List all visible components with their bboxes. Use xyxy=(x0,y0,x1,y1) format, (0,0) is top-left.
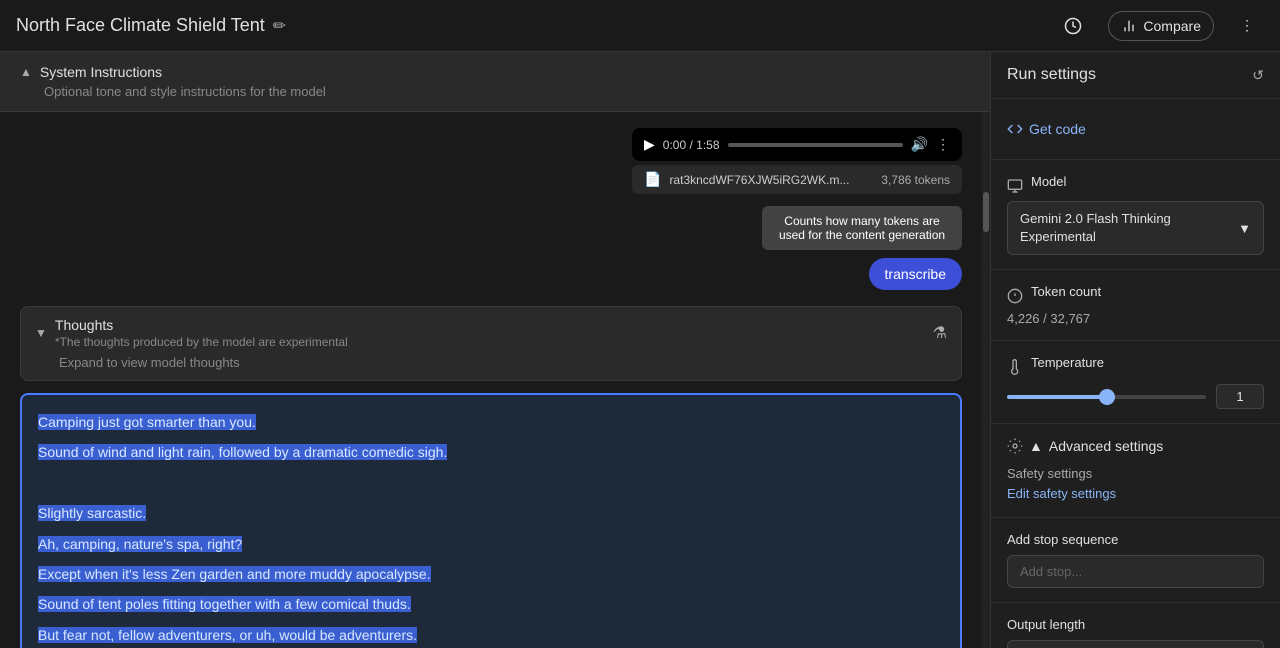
temperature-row: Temperature xyxy=(1007,355,1264,378)
token-icon xyxy=(1007,288,1023,304)
edit-safety-button[interactable]: Edit safety settings xyxy=(1007,486,1116,501)
right-sidebar: Run settings ↺ Get code Model Gemini 2.0… xyxy=(990,52,1280,648)
token-count-row: Token count xyxy=(1007,284,1264,307)
response-line-6: Except when it's less Zen garden and mor… xyxy=(38,563,944,585)
get-code-button[interactable]: Get code xyxy=(1007,113,1086,145)
thoughts-section: ▼ Thoughts *The thoughts produced by the… xyxy=(20,306,962,381)
header-left: North Face Climate Shield Tent ✏ xyxy=(16,15,286,36)
temperature-value: 1 xyxy=(1216,384,1264,409)
get-code-section: Get code xyxy=(991,99,1280,160)
model-icon xyxy=(1007,178,1023,194)
advanced-settings-header[interactable]: ▲ Advanced settings xyxy=(1007,438,1264,454)
more-menu-button[interactable]: ⋮ xyxy=(1230,11,1264,40)
compare-button[interactable]: Compare xyxy=(1108,11,1214,41)
more-icon: ⋮ xyxy=(1240,17,1254,34)
thoughts-subtitle: *The thoughts produced by the model are … xyxy=(55,335,348,349)
header-right: Compare ⋮ xyxy=(1054,11,1264,41)
add-stop-sequence-section: Add stop sequence xyxy=(991,518,1280,603)
video-time: 0:00 / 1:58 xyxy=(663,138,720,152)
advanced-settings-chevron: ▲ xyxy=(1029,438,1043,454)
temperature-icon xyxy=(1007,359,1023,375)
file-name: rat3kncdWF76XJW5iRG2WK.m... xyxy=(669,173,873,187)
model-section: Model Gemini 2.0 Flash Thinking Experime… xyxy=(991,160,1280,270)
add-stop-input[interactable] xyxy=(1007,555,1264,588)
expand-thoughts-link[interactable]: Expand to view model thoughts xyxy=(35,355,947,370)
video-player: ▶ 0:00 / 1:58 🔊 ⋮ xyxy=(632,128,962,161)
collapse-icon: ▲ xyxy=(20,65,32,79)
transcribe-btn-container: transcribe xyxy=(20,258,962,290)
response-line-8: But fear not, fellow adventurers, or uh,… xyxy=(38,624,944,646)
tooltip-container: Counts how many tokens are used for the … xyxy=(20,206,962,250)
compare-label: Compare xyxy=(1143,18,1201,34)
chat-area[interactable]: ▶ 0:00 / 1:58 🔊 ⋮ 📄 rat3kncdWF76XJW5iRG2… xyxy=(0,112,982,648)
video-progress-bar[interactable] xyxy=(728,143,903,147)
tooltip-text: Counts how many tokens are used for the … xyxy=(779,214,945,242)
play-button[interactable]: ▶ xyxy=(644,136,655,153)
video-more-icon[interactable]: ⋮ xyxy=(936,136,950,153)
run-settings-header-section: Run settings ↺ xyxy=(991,52,1280,99)
temperature-slider-row: 1 xyxy=(1007,384,1264,409)
thoughts-title: Thoughts xyxy=(55,317,348,333)
history-button[interactable] xyxy=(1054,11,1092,41)
system-instructions-subtitle: Optional tone and style instructions for… xyxy=(44,84,970,99)
response-line-4: Slightly sarcastic. xyxy=(38,502,944,524)
run-settings-title: Run settings xyxy=(1007,66,1096,84)
temperature-slider[interactable] xyxy=(1007,395,1206,399)
file-token-count: 3,786 tokens xyxy=(881,173,950,187)
transcribe-button[interactable]: transcribe xyxy=(869,258,962,290)
run-settings-header: Run settings ↺ xyxy=(1007,66,1264,84)
model-row: Model xyxy=(1007,174,1264,197)
token-count-label: Token count xyxy=(1031,284,1101,299)
volume-icon[interactable]: 🔊 xyxy=(911,136,928,153)
file-info: 📄 rat3kncdWF76XJW5iRG2WK.m... 3,786 toke… xyxy=(632,165,962,194)
page-title: North Face Climate Shield Tent xyxy=(16,15,265,36)
thoughts-title-row: ▼ Thoughts *The thoughts produced by the… xyxy=(35,317,348,349)
temperature-section: Temperature 1 xyxy=(991,341,1280,424)
settings-icon xyxy=(1007,438,1023,454)
edit-title-icon[interactable]: ✏ xyxy=(273,16,286,36)
response-box[interactable]: Camping just got smarter than you. Sound… xyxy=(20,393,962,648)
temperature-label: Temperature xyxy=(1031,355,1104,370)
response-line-2: Sound of wind and light rain, followed b… xyxy=(38,441,944,463)
system-instructions-header[interactable]: ▲ System Instructions xyxy=(20,64,970,80)
tooltip-popup: Counts how many tokens are used for the … xyxy=(762,206,962,250)
model-label: Model xyxy=(1031,174,1066,189)
compare-icon xyxy=(1121,18,1137,34)
main-layout: ▲ System Instructions Optional tone and … xyxy=(0,52,1280,648)
content-area: ▲ System Instructions Optional tone and … xyxy=(0,52,990,648)
advanced-settings-section: ▲ Advanced settings Safety settings Edit… xyxy=(991,424,1280,518)
thoughts-header[interactable]: ▼ Thoughts *The thoughts produced by the… xyxy=(35,317,947,349)
system-instructions-title: System Instructions xyxy=(40,64,162,80)
response-line-7: Sound of tent poles fitting together wit… xyxy=(38,593,944,615)
refresh-icon[interactable]: ↺ xyxy=(1252,67,1264,84)
output-length-input[interactable] xyxy=(1007,640,1264,648)
output-length-section: Output length xyxy=(991,603,1280,648)
video-container: ▶ 0:00 / 1:58 🔊 ⋮ 📄 rat3kncdWF76XJW5iRG2… xyxy=(20,128,962,194)
file-icon: 📄 xyxy=(644,171,661,188)
thoughts-title-group: Thoughts *The thoughts produced by the m… xyxy=(55,317,348,349)
scrollbar-thumb[interactable] xyxy=(983,192,989,232)
system-instructions-section: ▲ System Instructions Optional tone and … xyxy=(0,52,990,112)
model-select-dropdown[interactable]: Gemini 2.0 Flash Thinking Experimental ▼ xyxy=(1007,201,1264,255)
dropdown-arrow-icon: ▼ xyxy=(1238,221,1251,236)
history-icon xyxy=(1064,17,1082,35)
response-line-5: Ah, camping, nature's spa, right? xyxy=(38,533,944,555)
model-selected-value: Gemini 2.0 Flash Thinking Experimental xyxy=(1020,210,1238,246)
token-count-value: 4,226 / 32,767 xyxy=(1007,311,1264,326)
advanced-settings-label: Advanced settings xyxy=(1049,438,1163,454)
token-count-section: Token count 4,226 / 32,767 xyxy=(991,270,1280,341)
get-code-label: Get code xyxy=(1029,121,1086,137)
app-header: North Face Climate Shield Tent ✏ Compare… xyxy=(0,0,1280,52)
response-line-3 xyxy=(38,472,944,494)
response-line-1: Camping just got smarter than you. xyxy=(38,411,944,433)
safety-settings-label: Safety settings xyxy=(1007,466,1264,481)
thoughts-collapse-icon: ▼ xyxy=(35,326,47,340)
flask-icon: ⚗ xyxy=(933,323,947,343)
chat-scrollbar[interactable] xyxy=(982,112,990,648)
response-text: Camping just got smarter than you. Sound… xyxy=(38,411,944,648)
code-icon xyxy=(1007,121,1023,137)
add-stop-label: Add stop sequence xyxy=(1007,532,1264,547)
output-length-label: Output length xyxy=(1007,617,1264,632)
